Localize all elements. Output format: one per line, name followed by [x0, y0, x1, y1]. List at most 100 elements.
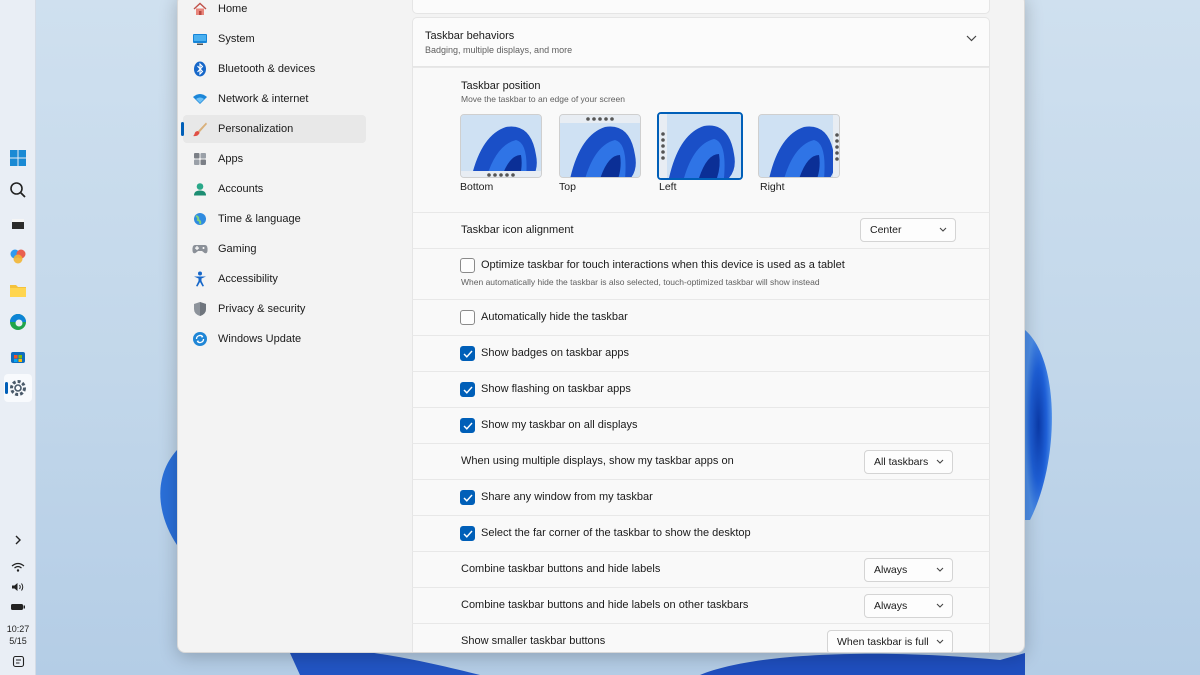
position-tile-bottom[interactable] — [460, 114, 542, 178]
bloom-thumbnail-icon — [759, 115, 839, 177]
position-option-left: Left — [659, 181, 677, 193]
all-displays-checkbox[interactable] — [460, 418, 475, 433]
combine-other-row: Combine taskbar buttons and hide labels … — [412, 587, 990, 623]
nav-label: Network & internet — [218, 93, 309, 105]
nav-item-personalization[interactable]: Personalization — [181, 115, 366, 143]
chevron-down-icon — [939, 227, 947, 232]
nav-item-system[interactable]: System — [183, 25, 366, 53]
store-icon[interactable] — [4, 342, 32, 370]
checkmark-icon — [463, 386, 473, 394]
position-tile-right[interactable] — [758, 114, 840, 178]
badges-row: Show badges on taskbar apps — [412, 335, 990, 371]
multi-display-dropdown[interactable]: All taskbars — [864, 450, 953, 474]
apps-icon — [191, 150, 209, 168]
accessibility-icon — [191, 270, 209, 288]
settings-icon[interactable] — [4, 374, 32, 402]
combine-other-label: Combine taskbar buttons and hide labels … — [461, 599, 749, 611]
checkmark-icon — [463, 350, 473, 358]
nav-label: Accessibility — [218, 273, 278, 285]
touch-checkbox[interactable] — [460, 258, 475, 273]
settings-window: Home System Bluetooth & devices Network … — [177, 0, 1025, 653]
battery-icon[interactable] — [8, 600, 28, 614]
position-desc: Move the taskbar to an edge of your scre… — [461, 94, 625, 104]
brush-icon — [191, 120, 209, 138]
expander-title: Taskbar behaviors — [425, 30, 515, 42]
volume-icon[interactable] — [8, 580, 28, 594]
smaller-label: Show smaller taskbar buttons — [461, 635, 606, 647]
nav-item-windows-update[interactable]: Windows Update — [183, 325, 366, 353]
all-displays-label: Show my taskbar on all displays — [481, 419, 638, 431]
bloom-thumbnail-icon — [560, 115, 640, 177]
nav-item-accounts[interactable]: Accounts — [183, 175, 366, 203]
autohide-row: Automatically hide the taskbar — [412, 299, 990, 335]
multi-display-label: When using multiple displays, show my ta… — [461, 455, 734, 467]
edge-icon[interactable] — [4, 308, 32, 336]
autohide-checkbox[interactable] — [460, 310, 475, 325]
notification-icon[interactable] — [8, 654, 28, 668]
person-icon — [191, 180, 209, 198]
taskbar: 10:27 5/15 — [0, 0, 36, 675]
shield-icon — [191, 300, 209, 318]
nav-item-network[interactable]: Network & internet — [183, 85, 366, 113]
combine-other-dropdown[interactable]: Always — [864, 594, 953, 618]
wifi-icon[interactable] — [8, 560, 28, 574]
file-explorer-icon[interactable] — [4, 276, 32, 304]
nav-item-accessibility[interactable]: Accessibility — [183, 265, 366, 293]
far-corner-checkbox[interactable] — [460, 526, 475, 541]
position-tile-top[interactable] — [559, 114, 641, 178]
taskbar-behaviors-header[interactable]: Taskbar behaviors Badging, multiple disp… — [412, 17, 990, 67]
bloom-thumbnail-icon — [461, 115, 541, 177]
nav-item-gaming[interactable]: Gaming — [183, 235, 366, 263]
nav-item-time-language[interactable]: Time & language — [183, 205, 366, 233]
flashing-row: Show flashing on taskbar apps — [412, 371, 990, 407]
flashing-checkbox[interactable] — [460, 382, 475, 397]
dropdown-value: All taskbars — [874, 456, 929, 468]
task-view-icon[interactable] — [4, 210, 32, 238]
wifi-icon — [191, 90, 209, 108]
alignment-label: Taskbar icon alignment — [461, 224, 574, 236]
combine-dropdown[interactable]: Always — [864, 558, 953, 582]
clock-time[interactable]: 10:27 — [0, 623, 36, 635]
touch-label: Optimize taskbar for touch interactions … — [481, 259, 845, 271]
nav-item-apps[interactable]: Apps — [183, 145, 366, 173]
nav-label: Apps — [218, 153, 244, 165]
chevron-down-icon — [936, 639, 944, 644]
chevron-right-icon[interactable] — [8, 533, 28, 547]
dropdown-value: Always — [874, 600, 908, 612]
badges-label: Show badges on taskbar apps — [481, 347, 629, 359]
alignment-dropdown[interactable]: Center — [860, 218, 956, 242]
nav-item-home[interactable]: Home — [183, 0, 366, 23]
home-icon — [191, 0, 209, 18]
position-tile-left[interactable] — [657, 112, 743, 180]
position-label: Taskbar position — [461, 80, 541, 92]
chevron-down-icon — [936, 603, 944, 608]
nav-label: Windows Update — [218, 333, 302, 345]
chevron-up-icon[interactable] — [966, 35, 977, 42]
flashing-label: Show flashing on taskbar apps — [481, 383, 631, 395]
globe-icon — [191, 210, 209, 228]
share-window-row: Share any window from my taskbar — [412, 479, 990, 515]
badges-checkbox[interactable] — [460, 346, 475, 361]
nav-label: Personalization — [218, 123, 294, 135]
nav-label: System — [218, 33, 255, 45]
monitor-icon — [191, 30, 209, 48]
position-option-right: Right — [760, 181, 785, 193]
smaller-dropdown[interactable]: When taskbar is full — [827, 630, 953, 652]
copilot-icon[interactable] — [4, 242, 32, 270]
position-option-top: Top — [559, 181, 576, 193]
search-icon[interactable] — [4, 176, 32, 204]
content-pane: Taskbar behaviors Badging, multiple disp… — [412, 0, 990, 652]
multi-display-row: When using multiple displays, show my ta… — [412, 443, 990, 479]
clock-date[interactable]: 5/15 — [0, 635, 36, 647]
nav-item-bluetooth[interactable]: Bluetooth & devices — [183, 55, 366, 83]
smaller-buttons-row: Show smaller taskbar buttons When taskba… — [412, 623, 990, 652]
dropdown-value: Always — [874, 564, 908, 576]
share-window-checkbox[interactable] — [460, 490, 475, 505]
nav-item-privacy[interactable]: Privacy & security — [183, 295, 366, 323]
combine-label: Combine taskbar buttons and hide labels — [461, 563, 661, 575]
previous-card — [412, 0, 990, 14]
touch-desc: When automatically hide the taskbar is a… — [461, 277, 820, 287]
alignment-row: Taskbar icon alignment Center — [412, 212, 990, 248]
position-option-bottom: Bottom — [460, 181, 494, 193]
windows-start-icon[interactable] — [4, 144, 32, 172]
